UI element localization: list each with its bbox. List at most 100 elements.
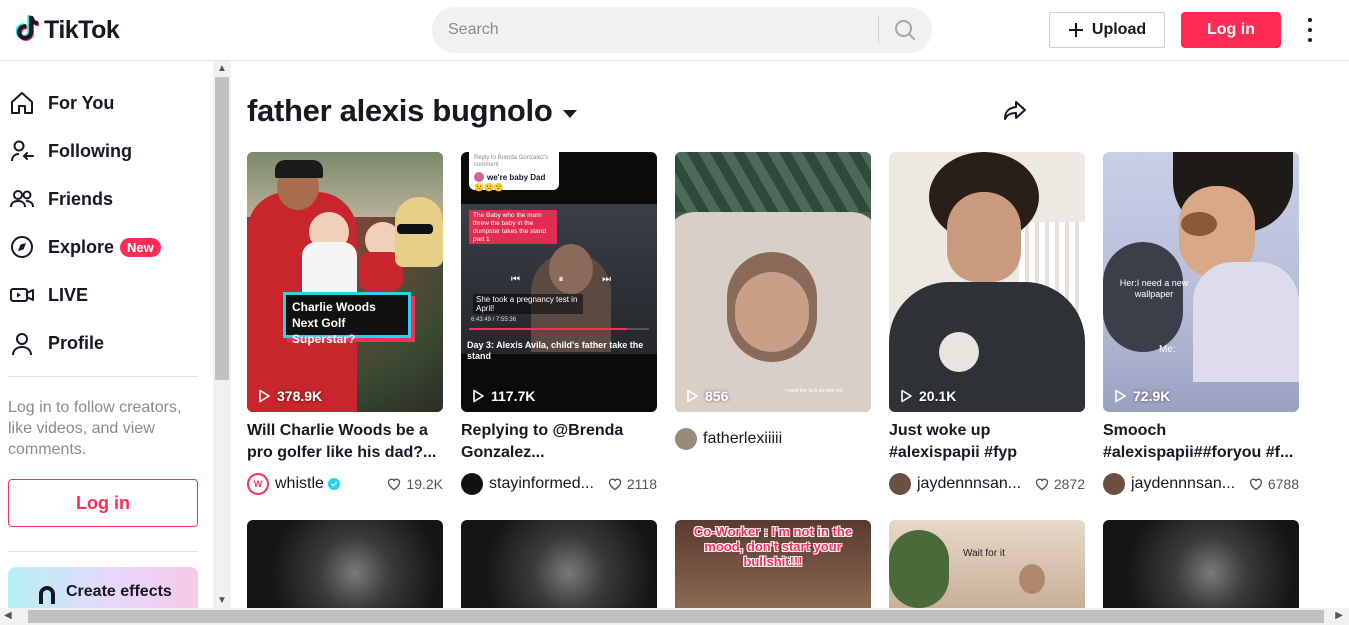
share-icon[interactable] xyxy=(1002,98,1030,126)
scrollbar-thumb[interactable] xyxy=(28,610,1324,623)
scroll-left-icon[interactable]: ◀ xyxy=(4,610,12,621)
video-card[interactable]: Charlie Woods Next Golf Superstar? 378.9… xyxy=(247,152,443,495)
previous-icon[interactable]: ⏮ xyxy=(511,274,520,285)
author-name[interactable]: jaydennnsan... xyxy=(917,475,1021,493)
sidebar-item-profile[interactable]: Profile xyxy=(8,323,104,363)
overlay-text: She took a pregnancy test in April! xyxy=(473,294,583,314)
sidebar-item-friends[interactable]: Friends xyxy=(8,179,113,219)
sidebar-item-for-you[interactable]: For You xyxy=(8,83,114,123)
play-icon xyxy=(1115,389,1126,403)
like-count: 6788 xyxy=(1249,476,1299,492)
view-count: 378.9K xyxy=(257,388,322,404)
video-caption[interactable]: Replying to @Brenda Gonzalez... xyxy=(461,420,657,464)
next-icon[interactable]: ⏭ xyxy=(602,274,611,285)
create-effects-label: Create effects xyxy=(66,583,172,600)
video-caption[interactable]: Just woke up #alexispapii #fyp xyxy=(889,420,1085,464)
video-caption[interactable]: Smooch #alexispapii##foryou #f... xyxy=(1103,420,1299,464)
search-button[interactable] xyxy=(879,7,931,53)
sidebar-item-label: Profile xyxy=(48,332,105,353)
author-row: jaydennnsan... 2872 xyxy=(889,473,1085,495)
scroll-down-icon[interactable]: ▼ xyxy=(217,595,227,606)
play-icon xyxy=(687,389,698,403)
sidebar-divider xyxy=(8,376,198,377)
reply-text: we're baby Dad xyxy=(487,172,546,182)
video-card[interactable]: 20.1K Just woke up #alexispapii #fyp jay… xyxy=(889,152,1085,495)
scroll-up-icon[interactable]: ▲ xyxy=(217,63,227,74)
video-thumbnail[interactable] xyxy=(1103,520,1299,608)
video-thumbnail[interactable]: i need the luck so why not 856 xyxy=(675,152,871,412)
reply-header: Reply to Brenda Gonzalez's comment xyxy=(474,155,549,168)
video-thumbnail[interactable]: Co-Worker : I'm not in the mood, don't s… xyxy=(675,520,871,608)
overlay-text: i need the luck so why not xyxy=(785,388,843,394)
overlay-text: Day 3: Alexis Avila, child's father take… xyxy=(467,340,644,361)
video-thumbnail[interactable]: 20.1K xyxy=(889,152,1085,412)
header-login-button[interactable]: Log in xyxy=(1181,12,1281,48)
plus-icon xyxy=(1068,23,1083,37)
chevron-down-icon[interactable] xyxy=(562,105,578,121)
video-card[interactable] xyxy=(247,520,443,608)
avatar[interactable] xyxy=(889,473,911,495)
create-effects-button[interactable]: Create effects xyxy=(8,567,198,608)
reply-bubble: Reply to Brenda Gonzalez's comment we're… xyxy=(469,152,559,192)
play-icon xyxy=(901,389,912,403)
author-name[interactable]: jaydennnsan... xyxy=(1131,475,1235,493)
upload-button[interactable]: Upload xyxy=(1049,12,1165,48)
sidebar-item-label: Friends xyxy=(48,188,114,209)
avatar[interactable]: W xyxy=(247,473,269,495)
upload-label: Upload xyxy=(1091,21,1147,38)
video-thumbnail[interactable]: Reply to Brenda Gonzalez's comment we're… xyxy=(461,152,657,412)
view-count: 72.9K xyxy=(1113,388,1170,404)
like-count: 2118 xyxy=(608,476,657,492)
player-controls[interactable]: ⏮ ⏸ ⏭ xyxy=(511,272,611,286)
play-icon xyxy=(473,389,484,403)
avatar[interactable] xyxy=(675,428,697,450)
sidebar-item-live[interactable]: LIVE xyxy=(8,275,88,315)
more-options-icon[interactable] xyxy=(1300,18,1320,42)
video-thumbnail[interactable]: Charlie Woods Next Golf Superstar? 378.9… xyxy=(247,152,443,412)
video-card[interactable]: i need the luck so why not 856 fatherlex… xyxy=(675,152,871,450)
video-thumbnail[interactable]: Her:I need a new wallpaper Me: 72.9K xyxy=(1103,152,1299,412)
overlay-banner: Charlie Woods Next Golf Superstar? xyxy=(283,292,411,346)
video-thumbnail[interactable] xyxy=(247,520,443,608)
heart-icon xyxy=(388,478,401,491)
search-input[interactable] xyxy=(432,7,878,53)
sidebar-item-following[interactable]: Following xyxy=(8,131,132,171)
horizontal-scrollbar[interactable]: ◀ ▶ xyxy=(0,608,1349,625)
view-count: 20.1K xyxy=(899,388,956,404)
video-thumbnail[interactable] xyxy=(461,520,657,608)
search-bar xyxy=(432,7,932,53)
scroll-right-icon[interactable]: ▶ xyxy=(1335,610,1343,621)
profile-icon xyxy=(8,329,36,357)
pause-icon[interactable]: ⏸ xyxy=(559,274,564,285)
avatar[interactable] xyxy=(461,473,483,495)
video-card[interactable]: Her:I need a new wallpaper Me: 72.9K Smo… xyxy=(1103,152,1299,495)
heart-icon xyxy=(1249,478,1263,491)
overlay-text: Co-Worker : I'm not in the mood, don't s… xyxy=(693,524,853,569)
video-card[interactable] xyxy=(1103,520,1299,608)
video-card[interactable]: Reply to Brenda Gonzalez's comment we're… xyxy=(461,152,657,495)
friends-icon xyxy=(8,185,36,213)
like-count: 19.2K xyxy=(387,476,443,492)
sidebar-login-button[interactable]: Log in xyxy=(8,479,198,527)
video-card[interactable]: Wait for it xyxy=(889,520,1085,608)
video-caption[interactable]: Will Charlie Woods be a pro golfer like … xyxy=(247,420,443,464)
view-count: 856 xyxy=(685,388,728,404)
like-count-text: 19.2K xyxy=(406,476,443,492)
video-card[interactable]: Co-Worker : I'm not in the mood, don't s… xyxy=(675,520,871,608)
video-thumbnail[interactable]: Wait for it xyxy=(889,520,1085,608)
author-row: fatherlexiiiii xyxy=(675,428,871,450)
sidebar-item-label: LIVE xyxy=(48,284,89,305)
overlay-text: Me: xyxy=(1159,344,1176,355)
like-count-text: 2872 xyxy=(1053,476,1085,492)
avatar[interactable] xyxy=(1103,473,1125,495)
sidebar-scrollbar[interactable]: ▲ ▼ xyxy=(213,61,231,608)
video-card[interactable] xyxy=(461,520,657,608)
author-name[interactable]: whistle xyxy=(275,475,324,493)
author-name[interactable]: fatherlexiiiii xyxy=(703,430,782,448)
sidebar-item-label: Following xyxy=(48,140,132,161)
tiktok-logo[interactable]: TikTok xyxy=(15,14,120,47)
author-name[interactable]: stayinformed... xyxy=(489,475,594,493)
play-icon xyxy=(259,389,270,403)
scrollbar-thumb[interactable] xyxy=(215,77,229,380)
sidebar-item-explore[interactable]: Explore New xyxy=(8,227,161,267)
